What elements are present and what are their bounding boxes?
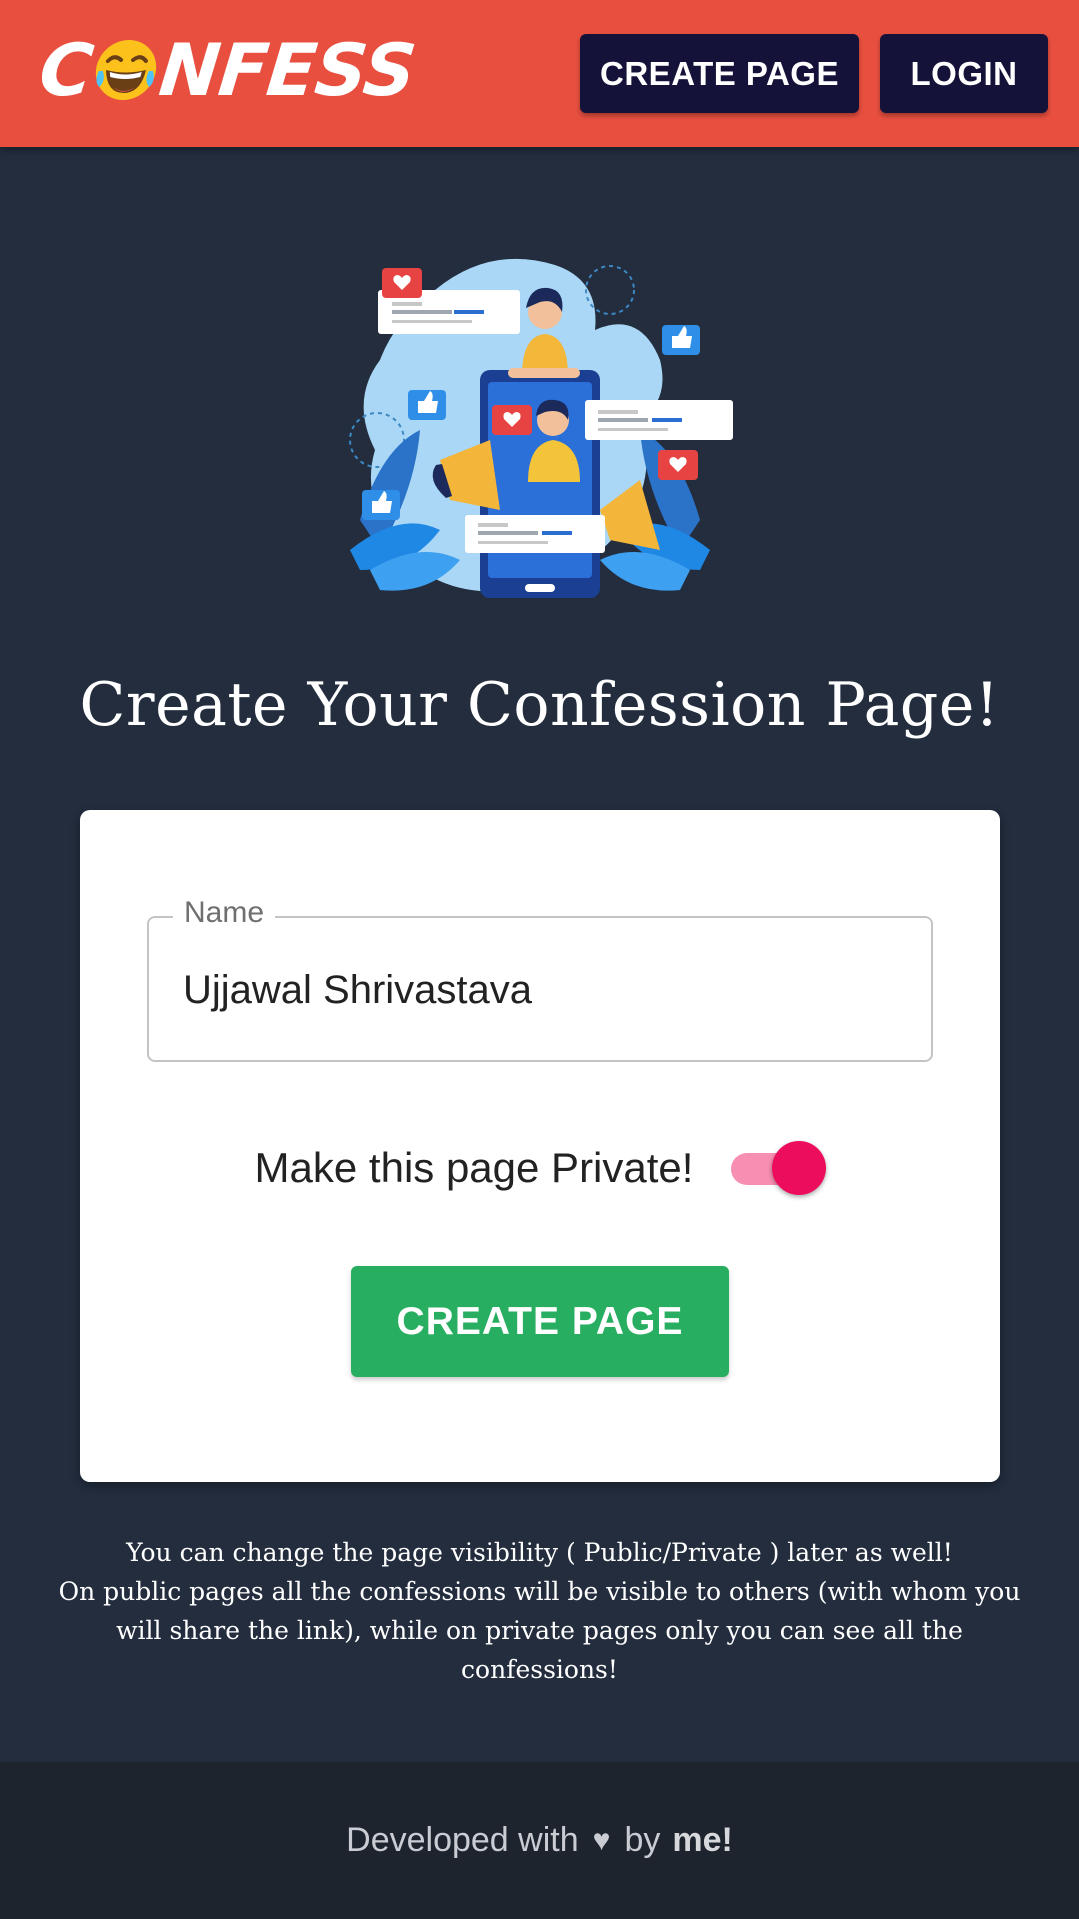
top-navbar: C NFESS CREATE PAGE LOGIN xyxy=(0,0,1079,147)
info-line-2: On public pages all the confessions will… xyxy=(58,1577,1021,1684)
name-input[interactable] xyxy=(183,960,883,1020)
laughing-emoji-icon xyxy=(95,40,157,100)
private-toggle-switch[interactable] xyxy=(727,1141,827,1195)
logo[interactable]: C NFESS xyxy=(35,28,420,112)
footer-text-prefix: Developed with xyxy=(346,1821,579,1859)
nav-login-button[interactable]: LOGIN xyxy=(880,34,1048,113)
logo-text-start: C xyxy=(35,28,97,112)
heart-icon: ♥ xyxy=(592,1823,611,1857)
footer: Developed with ♥ by me! xyxy=(0,1762,1079,1919)
private-toggle-row: Make this page Private! xyxy=(80,1133,1000,1203)
name-field-label: Name xyxy=(173,896,276,930)
footer-credit: Developed with ♥ by me! xyxy=(0,1762,1079,1919)
toggle-thumb[interactable] xyxy=(772,1141,827,1195)
private-toggle-label: Make this page Private! xyxy=(254,1144,694,1191)
logo-text-end: NFESS xyxy=(155,28,420,112)
create-page-submit-button[interactable]: CREATE PAGE xyxy=(351,1266,729,1377)
create-page-form-card: Name Make this page Private! CREATE PAGE xyxy=(80,810,1000,1482)
nav-create-page-button[interactable]: CREATE PAGE xyxy=(580,34,859,113)
name-field[interactable]: Name xyxy=(147,896,933,1062)
social-media-illustration xyxy=(349,258,733,598)
info-line-1: You can change the page visibility ( Pub… xyxy=(126,1538,953,1567)
visibility-info: You can change the page visibility ( Pub… xyxy=(50,1533,1029,1689)
page-title: Create Your Confession Page! xyxy=(79,670,1000,740)
footer-text-by: by xyxy=(624,1821,661,1859)
footer-author: me! xyxy=(672,1821,733,1859)
